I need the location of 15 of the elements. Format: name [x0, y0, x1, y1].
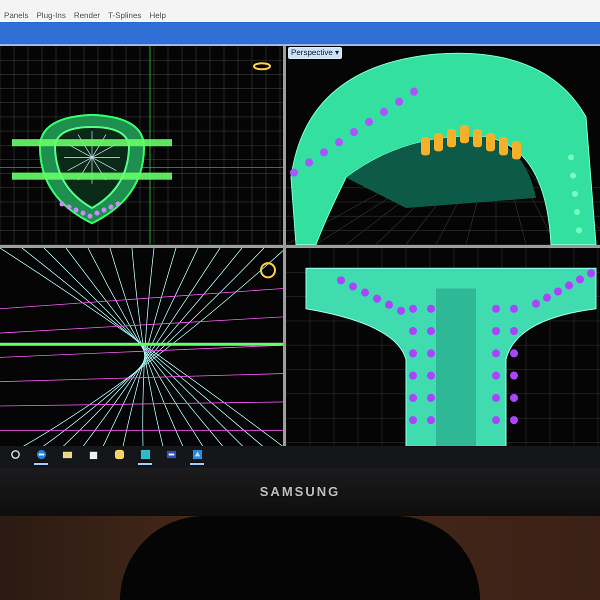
viewport-tab[interactable]: Perspective ▾ [288, 47, 342, 59]
ring-icon [260, 262, 276, 278]
app-icon[interactable] [192, 449, 202, 460]
app-icon[interactable] [114, 449, 124, 460]
menu-item[interactable]: T-Splines [108, 12, 142, 20]
app-icon[interactable] [166, 449, 176, 460]
menu-item[interactable]: Panels [4, 12, 28, 20]
brand-logo: SAMSUNG [260, 483, 340, 502]
ring-icon [253, 62, 271, 70]
search-icon[interactable] [10, 449, 20, 460]
menu-item[interactable]: Help [149, 12, 166, 20]
menu-item[interactable]: Plug-Ins [36, 12, 66, 20]
app-icon[interactable] [140, 449, 150, 460]
menu-item[interactable]: Render [74, 12, 100, 20]
folder-icon[interactable] [62, 449, 72, 460]
